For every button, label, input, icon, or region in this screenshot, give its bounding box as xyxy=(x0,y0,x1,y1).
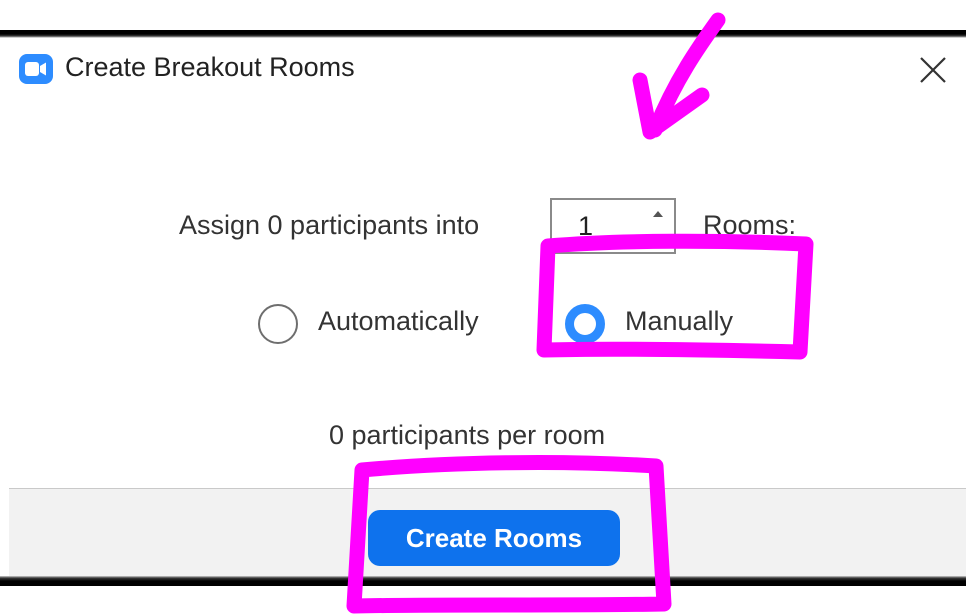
assignment-mode-group: Automatically Manually xyxy=(9,296,966,352)
create-breakout-rooms-dialog: Create Breakout Rooms Assign 0 participa… xyxy=(9,38,966,577)
radio-selected-icon[interactable] xyxy=(565,304,605,344)
window-bottom-edge xyxy=(0,576,966,586)
assign-row: Assign 0 participants into 1 Rooms: xyxy=(9,196,966,258)
dialog-footer: Create Rooms xyxy=(9,488,966,577)
stepper-increment-button[interactable] xyxy=(648,206,668,222)
radio-automatically[interactable]: Automatically xyxy=(258,296,518,352)
title-bar: Create Breakout Rooms xyxy=(9,38,966,102)
rooms-label: Rooms: xyxy=(703,210,797,240)
participants-per-room-text: 0 participants per room xyxy=(329,420,606,450)
zoom-video-camera-icon xyxy=(19,54,53,84)
room-count-stepper[interactable]: 1 xyxy=(550,198,676,254)
screenshot: Create Breakout Rooms Assign 0 participa… xyxy=(0,0,966,615)
window-top-edge xyxy=(0,30,966,38)
close-icon xyxy=(920,57,946,83)
room-count-value[interactable]: 1 xyxy=(578,211,593,242)
radio-manually[interactable]: Manually xyxy=(565,296,765,352)
create-rooms-button[interactable]: Create Rooms xyxy=(368,510,620,566)
dialog-title: Create Breakout Rooms xyxy=(65,52,355,82)
assign-label: Assign 0 participants into xyxy=(179,210,480,240)
caret-down-icon xyxy=(653,235,663,241)
radio-label-manually: Manually xyxy=(625,306,734,336)
close-button[interactable] xyxy=(915,52,951,88)
caret-up-icon xyxy=(653,211,663,217)
radio-label-automatically: Automatically xyxy=(318,306,479,336)
radio-unselected-icon[interactable] xyxy=(258,304,298,344)
stepper-decrement-button[interactable] xyxy=(648,230,668,246)
